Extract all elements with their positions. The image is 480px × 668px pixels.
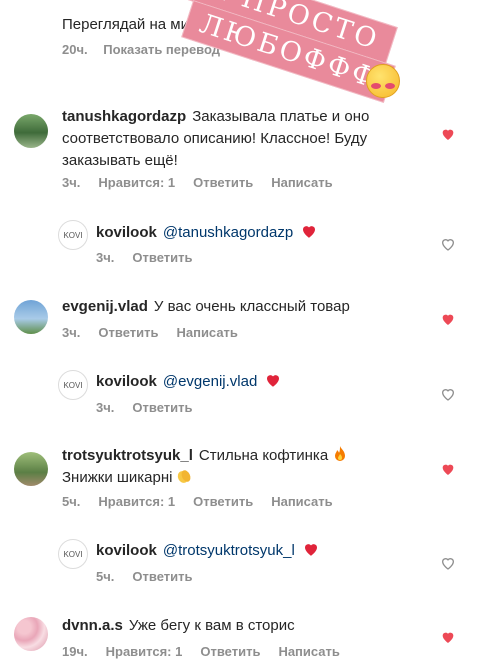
comment-text: У вас очень классный товар xyxy=(153,298,350,315)
heart-filled-icon[interactable] xyxy=(440,311,456,327)
comment-text: Стильна кофтинка xyxy=(198,447,329,464)
top-comment-time: 20ч. xyxy=(62,42,88,57)
avatar[interactable]: KOVI xyxy=(58,539,88,569)
reply-username[interactable]: kovilook xyxy=(96,542,157,559)
red-heart-emoji-icon xyxy=(267,375,280,387)
reply-body: kovilook @tanushkagordazp xyxy=(96,222,426,244)
comment-time: 3ч. xyxy=(62,325,81,340)
reply-button[interactable]: Ответить xyxy=(200,644,260,659)
likes-count-button[interactable]: Нравится: 1 xyxy=(106,644,183,659)
top-comment-meta: 20ч. Показать перевод xyxy=(62,42,462,57)
comment-time: 5ч. xyxy=(62,494,81,509)
comment-body: evgenij.vlad У вас очень классный товар xyxy=(62,296,432,318)
message-button[interactable]: Написать xyxy=(278,644,339,659)
heart-outline-icon[interactable] xyxy=(440,555,456,571)
comment-username[interactable]: tanushkagordazp xyxy=(62,108,186,125)
top-comment: Переглядай на ми знижками 20ч. Показать … xyxy=(62,14,462,57)
reply-meta: 3ч. Ответить xyxy=(96,400,192,415)
comment-time: 3ч. xyxy=(62,175,81,190)
heart-filled-icon[interactable] xyxy=(440,629,456,645)
reply-mention[interactable]: @trotsyuktrotsyuk_l xyxy=(163,542,295,559)
reply-time: 3ч. xyxy=(96,250,115,265)
likes-count-button[interactable]: Нравится: 1 xyxy=(98,494,175,509)
avatar[interactable] xyxy=(14,114,48,148)
top-comment-text: Переглядай на ми знижками xyxy=(62,14,462,36)
likes-count-button[interactable]: Нравится: 1 xyxy=(98,175,175,190)
clapping-hands-emoji-icon xyxy=(178,470,191,483)
reply-meta: 3ч. Ответить xyxy=(96,250,192,265)
comment-username[interactable]: trotsyuktrotsyuk_l xyxy=(62,447,193,464)
heart-outline-icon[interactable] xyxy=(440,386,456,402)
message-button[interactable]: Написать xyxy=(271,175,332,190)
comment-body: trotsyuktrotsyuk_l Стильна кофтинка Знижк… xyxy=(62,445,432,489)
reply-button[interactable]: Ответить xyxy=(193,175,253,190)
reply-body: kovilook @trotsyuktrotsyuk_l xyxy=(96,540,426,562)
reply-time: 5ч. xyxy=(96,569,115,584)
heart-outline-icon[interactable] xyxy=(440,236,456,252)
reply-button[interactable]: Ответить xyxy=(193,494,253,509)
avatar[interactable] xyxy=(14,617,48,651)
reply-username[interactable]: kovilook xyxy=(96,373,157,390)
comment-meta: 5ч. Нравится: 1 Ответить Написать xyxy=(62,494,333,509)
reply-mention[interactable]: @evgenij.vlad xyxy=(163,373,257,390)
heart-filled-icon[interactable] xyxy=(440,461,456,477)
heart-filled-icon[interactable] xyxy=(440,126,456,142)
reply-username[interactable]: kovilook xyxy=(96,224,157,241)
reply-mention[interactable]: @tanushkagordazp xyxy=(163,224,293,241)
message-button[interactable]: Написать xyxy=(271,494,332,509)
red-heart-emoji-icon xyxy=(304,544,317,556)
reply-button[interactable]: Ответить xyxy=(132,250,192,265)
reply-meta: 5ч. Ответить xyxy=(96,569,192,584)
show-translation-button[interactable]: Показать перевод xyxy=(103,42,220,57)
reply-button[interactable]: Ответить xyxy=(98,325,158,340)
reply-body: kovilook @evgenij.vlad xyxy=(96,371,426,393)
comment-meta: 19ч. Нравится: 1 Ответить Написать xyxy=(62,644,340,659)
reply-button[interactable]: Ответить xyxy=(132,400,192,415)
comment-meta: 3ч. Нравится: 1 Ответить Написать xyxy=(62,175,333,190)
comment-username[interactable]: evgenij.vlad xyxy=(62,298,148,315)
avatar[interactable]: KOVI xyxy=(58,220,88,250)
reply-time: 3ч. xyxy=(96,400,115,415)
reply-button[interactable]: Ответить xyxy=(132,569,192,584)
comment-username[interactable]: dvnn.a.s xyxy=(62,617,123,634)
fire-emoji-icon xyxy=(335,446,346,461)
comment-meta: 3ч. Ответить Написать xyxy=(62,325,238,340)
avatar[interactable] xyxy=(14,300,48,334)
comment-body: dvnn.a.s Уже бегу к вам в сторис xyxy=(62,615,432,637)
comment-text: Уже бегу к вам в сторис xyxy=(128,617,295,634)
comment-text-line-2: Знижки шикарні xyxy=(62,469,173,486)
comment-time: 19ч. xyxy=(62,644,88,659)
message-button[interactable]: Написать xyxy=(176,325,237,340)
red-heart-emoji-icon xyxy=(303,226,316,238)
comment-body: tanushkagordazp Заказывала платье и оно с… xyxy=(62,106,432,172)
collision-emoji-icon xyxy=(264,15,281,31)
avatar[interactable]: KOVI xyxy=(58,370,88,400)
avatar[interactable] xyxy=(14,452,48,486)
smiling-face-hearts-icon xyxy=(366,64,400,98)
